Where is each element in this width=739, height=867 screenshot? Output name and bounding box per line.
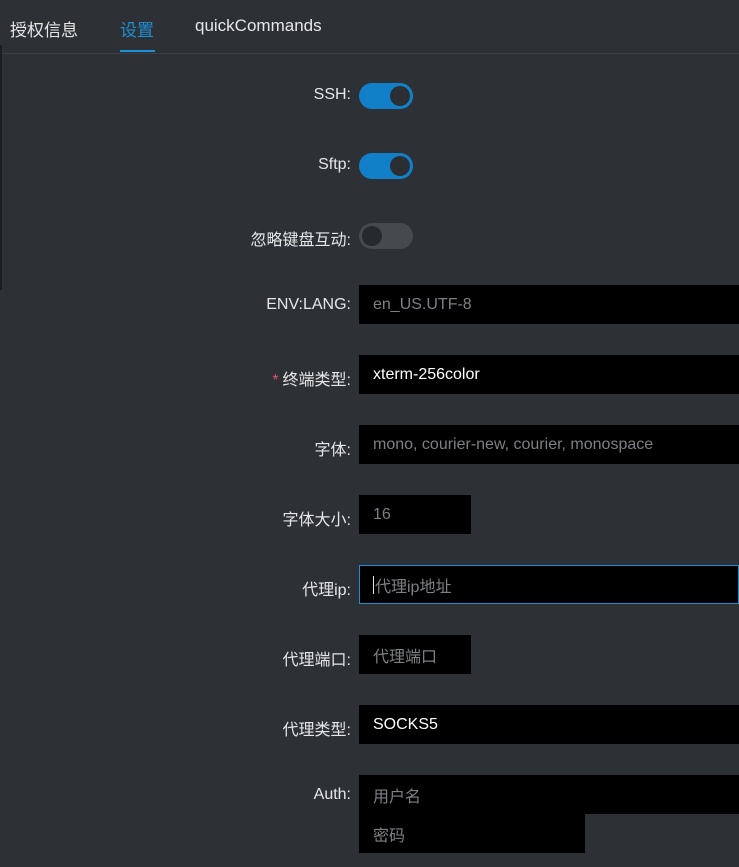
proxy-type-label: 代理类型: xyxy=(282,722,351,739)
password-placeholder: 密码 xyxy=(373,827,406,845)
tab-quick-commands[interactable]: quickCommands xyxy=(195,16,322,36)
toggle-knob xyxy=(390,86,410,106)
font-size-placeholder: 16 xyxy=(373,505,391,523)
text-caret xyxy=(373,575,374,594)
proxy-ip-input[interactable]: 代理ip地址 xyxy=(359,565,739,604)
ssh-label: SSH: xyxy=(313,86,351,103)
proxy-ip-placeholder: 代理ip地址 xyxy=(375,578,452,596)
tab-auth-info[interactable]: 授权信息 xyxy=(10,16,78,41)
toggle-knob xyxy=(390,156,410,176)
term-type-label-text: 终端类型: xyxy=(282,372,351,389)
proxy-type-select[interactable]: SOCKS5 xyxy=(359,705,739,744)
left-divider xyxy=(0,45,2,290)
username-placeholder: 用户名 xyxy=(373,788,422,806)
auth-username-input[interactable]: 用户名 xyxy=(359,775,739,814)
sftp-toggle[interactable] xyxy=(359,153,413,179)
term-type-label: * 终端类型: xyxy=(272,366,351,390)
auth-label: Auth: xyxy=(313,786,351,803)
font-size-label: 字体大小: xyxy=(282,512,351,529)
required-mark: * xyxy=(272,372,279,389)
font-size-input[interactable]: 16 xyxy=(359,495,471,534)
tab-bar: 授权信息 设置 quickCommands xyxy=(0,0,739,54)
sftp-label: Sftp: xyxy=(318,156,351,173)
ssh-toggle[interactable] xyxy=(359,83,413,109)
proxy-port-placeholder: 代理端口 xyxy=(373,648,438,666)
toggle-knob xyxy=(362,226,382,246)
font-placeholder: mono, courier-new, courier, monospace xyxy=(373,435,654,453)
term-type-input[interactable]: xterm-256color xyxy=(359,355,739,394)
env-lang-input[interactable]: en_US.UTF-8 xyxy=(359,285,739,324)
auth-password-input[interactable]: 密码 xyxy=(359,814,585,853)
tab-settings[interactable]: 设置 xyxy=(120,16,154,41)
proxy-ip-label: 代理ip: xyxy=(302,582,351,599)
proxy-port-label: 代理端口: xyxy=(282,652,351,669)
font-label: 字体: xyxy=(314,442,351,459)
term-type-value: xterm-256color xyxy=(373,365,480,383)
proxy-port-input[interactable]: 代理端口 xyxy=(359,635,471,674)
env-lang-placeholder: en_US.UTF-8 xyxy=(373,295,472,313)
proxy-type-value: SOCKS5 xyxy=(373,715,438,733)
active-tab-indicator xyxy=(120,50,155,52)
ignore-keyboard-label: 忽略键盘互动: xyxy=(250,232,351,249)
env-lang-label: ENV:LANG: xyxy=(266,296,351,313)
ignore-keyboard-toggle[interactable] xyxy=(359,223,413,249)
font-input[interactable]: mono, courier-new, courier, monospace xyxy=(359,425,739,464)
